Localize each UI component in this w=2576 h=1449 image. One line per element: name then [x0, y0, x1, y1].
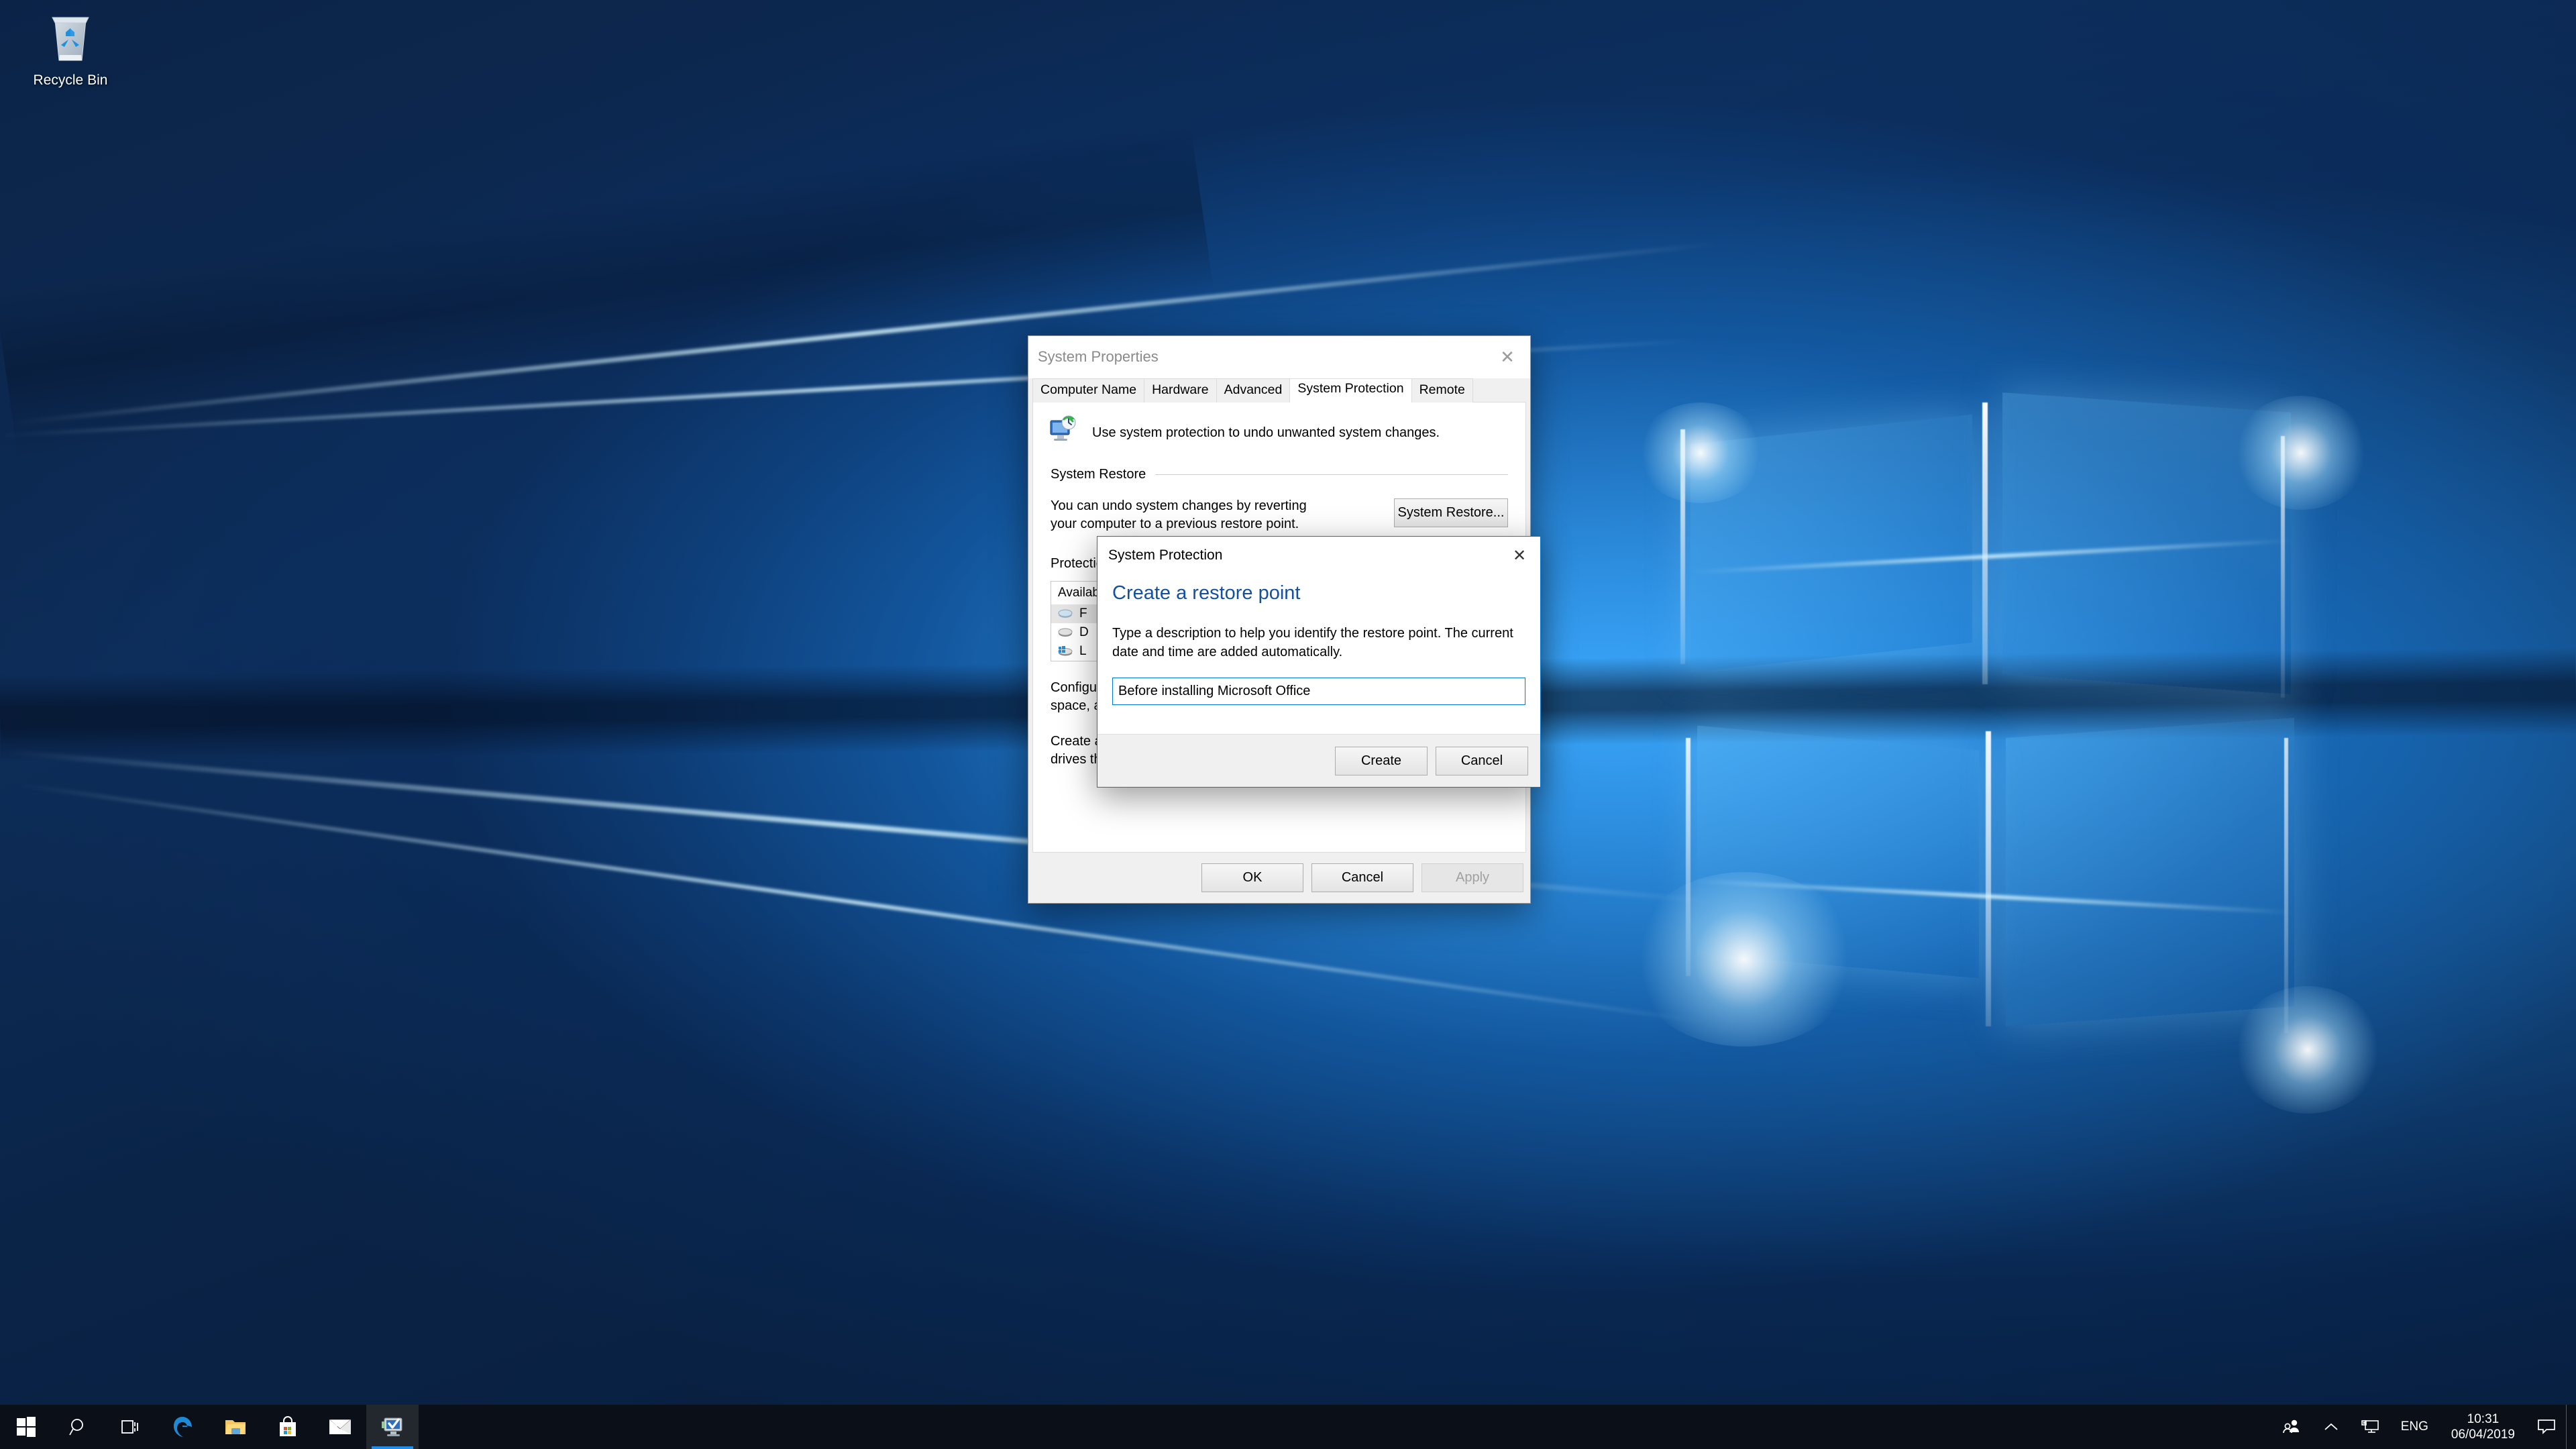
intro-row: Use system protection to undo unwanted s…	[1033, 402, 1525, 448]
file-explorer-button[interactable]	[209, 1405, 262, 1449]
system-protection-dialog-footer: Create Cancel	[1097, 734, 1540, 787]
drive-icon	[1058, 628, 1073, 637]
clock-date: 06/04/2019	[2451, 1428, 2515, 1442]
tab-computer-name[interactable]: Computer Name	[1032, 378, 1145, 402]
network-monitor-icon	[2361, 1420, 2379, 1433]
wallpaper-pane-bottom-right	[2006, 717, 2294, 1027]
system-protection-dialog-close-button[interactable]: ✕	[1499, 537, 1540, 574]
drive-name: L	[1079, 644, 1087, 658]
wallpaper-edge-vertical-2	[1982, 402, 1988, 684]
system-properties-tabstrip[interactable]: Computer Name Hardware Advanced System P…	[1028, 378, 1530, 402]
create-restore-point-button[interactable]: Create	[1335, 746, 1428, 775]
tab-system-protection[interactable]: System Protection	[1289, 378, 1412, 402]
restore-point-description-input[interactable]	[1112, 678, 1525, 706]
tab-remote[interactable]: Remote	[1411, 378, 1473, 402]
system-restore-group-header: System Restore	[1033, 467, 1525, 482]
tab-hardware[interactable]: Hardware	[1144, 378, 1217, 402]
clock[interactable]: 10:31 06/04/2019	[2439, 1405, 2527, 1449]
system-properties-monitor-icon	[382, 1417, 402, 1436]
action-center-button[interactable]	[2527, 1405, 2566, 1449]
cancel-restore-point-button[interactable]: Cancel	[1436, 746, 1528, 775]
clock-time: 10:31	[2467, 1411, 2500, 1426]
people-button[interactable]	[2272, 1405, 2312, 1449]
intro-text: Use system protection to undo unwanted s…	[1092, 425, 1440, 440]
system-properties-title: System Properties	[1038, 348, 1159, 365]
edge-button[interactable]	[157, 1405, 209, 1449]
drive-name: F	[1079, 606, 1087, 621]
system-restore-row: You can undo system changes by reverting…	[1033, 497, 1525, 533]
desktop-icon-recycle-bin[interactable]: Recycle Bin	[7, 8, 134, 89]
people-icon	[2282, 1419, 2299, 1434]
show-hidden-icons-button[interactable]	[2312, 1405, 2350, 1449]
group-divider	[1155, 474, 1508, 475]
wallpaper-glow-center	[1630, 872, 1858, 1046]
system-restore-group-label: System Restore	[1051, 467, 1146, 482]
wallpaper-glow-topleft	[1637, 402, 1764, 503]
edge-browser-icon	[174, 1417, 192, 1437]
create-restore-point-description: Type a description to help you identify …	[1112, 626, 1513, 659]
mail-button[interactable]	[314, 1405, 366, 1449]
system-protection-monitor-icon	[1050, 415, 1076, 441]
system-properties-close-button[interactable]: ✕	[1485, 336, 1530, 378]
wallpaper-glow-bottomright	[2234, 986, 2381, 1114]
drive-name: D	[1079, 625, 1089, 639]
taskbar-buttons[interactable]	[0, 1405, 419, 1449]
cancel-button[interactable]: Cancel	[1311, 863, 1413, 892]
store-bag-icon	[280, 1416, 296, 1436]
windows-logo-icon	[17, 1417, 36, 1437]
taskbar[interactable]: ENG 10:31 06/04/2019	[0, 1405, 2576, 1449]
task-view-icon	[121, 1420, 138, 1434]
system-properties-footer: OK Cancel Apply	[1028, 853, 1530, 903]
recycle-bin-icon	[52, 17, 89, 61]
system-properties-taskbar-button[interactable]	[366, 1405, 419, 1449]
microsoft-store-button[interactable]	[262, 1405, 314, 1449]
apply-button[interactable]: Apply	[1421, 863, 1523, 892]
wallpaper-edge-vertical-4	[1986, 731, 1991, 1026]
system-tray[interactable]: ENG 10:31 06/04/2019	[2272, 1405, 2576, 1449]
system-protection-dialog-body: Create a restore point Type a descriptio…	[1097, 574, 1540, 706]
system-protection-dialog-title: System Protection	[1108, 547, 1223, 563]
create-restore-point-heading: Create a restore point	[1112, 582, 1301, 604]
search-icon	[69, 1419, 83, 1436]
language-indicator[interactable]: ENG	[2390, 1405, 2439, 1449]
drive-icon	[1058, 609, 1073, 618]
local-disk-windows-icon	[1058, 646, 1073, 656]
tab-advanced[interactable]: Advanced	[1216, 378, 1291, 402]
wallpaper-glow-topright	[2234, 396, 2368, 510]
desktop[interactable]: Recycle Bin System Properties ✕ Computer…	[0, 0, 2576, 1449]
recycle-bin-label: Recycle Bin	[33, 72, 108, 88]
ok-button[interactable]: OK	[1201, 863, 1303, 892]
system-protection-dialog[interactable]: System Protection ✕ Create a restore poi…	[1097, 536, 1541, 788]
folder-icon	[225, 1420, 246, 1434]
network-button[interactable]	[2350, 1405, 2390, 1449]
system-restore-button[interactable]: System Restore...	[1394, 498, 1508, 527]
start-button[interactable]	[0, 1405, 52, 1449]
show-desktop-button[interactable]	[2566, 1405, 2576, 1449]
task-view-button[interactable]	[105, 1405, 157, 1449]
system-restore-description: You can undo system changes by reverting…	[1051, 498, 1307, 531]
notification-icon	[2538, 1419, 2555, 1435]
system-protection-dialog-titlebar[interactable]: System Protection ✕	[1097, 537, 1540, 574]
system-properties-titlebar[interactable]: System Properties ✕	[1028, 336, 1530, 378]
mail-envelope-icon	[329, 1419, 352, 1434]
chevron-up-icon	[2324, 1423, 2338, 1430]
search-button[interactable]	[52, 1405, 105, 1449]
